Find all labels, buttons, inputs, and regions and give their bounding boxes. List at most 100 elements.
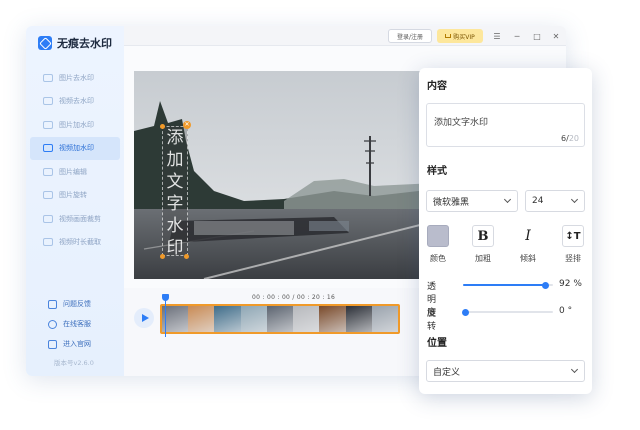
website-label: 进入官网 xyxy=(63,340,91,348)
playhead[interactable] xyxy=(162,294,169,337)
minimize-icon[interactable]: ─ xyxy=(510,29,524,43)
sidebar-item-video-trim[interactable]: 视频时长截取 xyxy=(30,231,120,254)
support-label: 在线客服 xyxy=(63,320,91,328)
image-edit-icon xyxy=(43,167,53,176)
buy-vip-label: 购买VIP xyxy=(453,33,475,41)
char-counter: 6/20 xyxy=(561,134,579,143)
watermark-char: 加 xyxy=(166,150,184,170)
opacity-slider-handle[interactable] xyxy=(542,281,550,289)
italic-label: 倾斜 xyxy=(520,254,536,263)
sidebar-item-label: 图片旋转 xyxy=(59,191,87,199)
watermark-settings-panel: 内容 添加文字水印 6/20 样式 微软雅黑 24 颜色 B 加粗 I 倾斜 ↕… xyxy=(419,68,592,394)
sidebar-item-image-watermark[interactable]: 图片加水印 xyxy=(30,113,120,136)
watermark-char: 水 xyxy=(166,216,184,236)
watermark-text-input[interactable]: 添加文字水印 6/20 xyxy=(426,103,585,147)
chevron-down-icon xyxy=(570,365,579,374)
sidebar-item-video-crop[interactable]: 视频画面裁剪 xyxy=(30,207,120,230)
sidebar-item-label: 图片去水印 xyxy=(59,73,94,82)
position-section-title: 位置 xyxy=(427,338,447,349)
watermark-text-box[interactable]: 添 加 文 字 水 印 xyxy=(162,126,188,258)
play-icon xyxy=(141,314,149,322)
menu-icon[interactable]: ☰ xyxy=(490,29,504,43)
style-section-title: 样式 xyxy=(427,166,447,177)
logo-icon xyxy=(38,36,52,50)
support-icon xyxy=(48,319,57,329)
timeline-frame-thumbnail xyxy=(240,306,267,332)
timeline-frame-thumbnail xyxy=(371,306,398,332)
rotation-label: 旋转 xyxy=(427,309,437,332)
sidebar-item-image-rotate[interactable]: 图片旋转 xyxy=(30,184,120,207)
chevron-down-icon xyxy=(570,195,579,204)
timeline-frame-thumbnail xyxy=(345,306,372,332)
feedback-icon xyxy=(48,299,57,309)
sidebar-item-label: 视频画面裁剪 xyxy=(59,214,101,223)
image-rotate-icon xyxy=(43,191,53,199)
timeline-track[interactable] xyxy=(160,304,400,334)
timeline-frame-thumbnail xyxy=(214,306,241,332)
content-section-title: 内容 xyxy=(427,81,447,92)
watermark-delete-icon[interactable]: ✕ xyxy=(183,121,191,129)
watermark-text-value: 添加文字水印 xyxy=(434,118,489,128)
sidebar-item-image-edit[interactable]: 图片编辑 xyxy=(30,160,120,183)
opacity-slider[interactable] xyxy=(463,281,553,289)
timeline-frame-thumbnail xyxy=(266,306,294,332)
font-size-select[interactable]: 24 xyxy=(525,190,585,212)
login-button[interactable]: 登录/注册 xyxy=(388,29,432,43)
vertical-text-button[interactable]: ↕T xyxy=(562,225,584,247)
watermark-char: 字 xyxy=(166,194,184,214)
text-color-swatch[interactable] xyxy=(427,225,449,247)
version-text: 版本号v2.6.0 xyxy=(54,359,94,367)
opacity-slider-fill xyxy=(463,284,546,286)
italic-button[interactable]: I xyxy=(517,225,539,247)
sidebar-item-label: 图片编辑 xyxy=(59,167,87,176)
buy-vip-button[interactable]: 购买VIP xyxy=(437,29,483,43)
sidebar: 无痕去水印 图片去水印 视频去水印 图片加水印 视频加水印 图片编辑 图片旋转 … xyxy=(26,26,124,376)
screenshot-stage: 无痕去水印 图片去水印 视频去水印 图片加水印 视频加水印 图片编辑 图片旋转 … xyxy=(0,0,640,430)
sidebar-item-label: 视频加水印 xyxy=(59,144,94,152)
feedback-link[interactable]: 问题反馈 xyxy=(48,294,91,314)
bold-label: 加粗 xyxy=(475,254,491,263)
timeline-frame-thumbnail xyxy=(319,306,346,332)
play-button[interactable] xyxy=(134,308,154,328)
position-select[interactable]: 自定义 xyxy=(426,360,585,382)
chevron-down-icon xyxy=(503,195,512,204)
bold-button[interactable]: B xyxy=(472,225,494,247)
sidebar-item-label: 视频时长截取 xyxy=(59,238,101,246)
sidebar-links: 问题反馈 在线客服 进入官网 xyxy=(48,294,91,354)
resize-handle-bottom-right[interactable] xyxy=(184,254,189,259)
rotation-slider[interactable] xyxy=(462,308,553,316)
app-logo: 无痕去水印 xyxy=(38,35,112,51)
video-trim-icon xyxy=(43,238,53,246)
resize-handle-bottom-left[interactable] xyxy=(160,254,165,259)
sidebar-item-video-watermark[interactable]: 视频加水印 xyxy=(30,136,120,160)
feedback-label: 问题反馈 xyxy=(63,300,91,308)
position-value: 自定义 xyxy=(433,367,461,378)
crown-icon xyxy=(445,34,452,38)
app-name: 无痕去水印 xyxy=(57,37,112,50)
watermark-char: 添 xyxy=(166,128,184,148)
timeline-frame-thumbnail xyxy=(293,306,320,332)
title-bar: 登录/注册 购买VIP ☰ ─ □ ✕ xyxy=(124,26,566,46)
timeline-frame-thumbnail xyxy=(188,306,215,332)
close-icon[interactable]: ✕ xyxy=(549,29,563,43)
image-eraser-icon xyxy=(43,73,53,82)
sidebar-item-label: 图片加水印 xyxy=(59,120,94,129)
font-size-value: 24 xyxy=(532,196,544,206)
char-max: 20 xyxy=(568,134,579,143)
sidebar-nav: 图片去水印 视频去水印 图片加水印 视频加水印 图片编辑 图片旋转 视频画面裁剪… xyxy=(30,66,120,254)
video-preview[interactable]: 添 加 文 字 水 印 ✕ xyxy=(134,71,436,279)
font-family-select[interactable]: 微软雅黑 xyxy=(426,190,518,212)
sidebar-item-image-remove[interactable]: 图片去水印 xyxy=(30,66,120,89)
watermark-char: 文 xyxy=(166,172,184,192)
video-eraser-icon xyxy=(43,97,53,105)
sidebar-item-video-remove[interactable]: 视频去水印 xyxy=(30,90,120,113)
website-link[interactable]: 进入官网 xyxy=(48,334,91,354)
support-link[interactable]: 在线客服 xyxy=(48,314,91,334)
rotation-slider-handle[interactable] xyxy=(462,308,469,316)
maximize-icon[interactable]: □ xyxy=(530,29,544,43)
resize-handle-top-left[interactable] xyxy=(160,124,165,129)
font-family-value: 微软雅黑 xyxy=(433,197,470,208)
timecode: 00 : 00 : 00 / 00 : 20 : 16 xyxy=(252,294,336,301)
sidebar-item-label: 视频去水印 xyxy=(59,97,94,105)
rotation-value: 0 ° xyxy=(559,306,573,316)
